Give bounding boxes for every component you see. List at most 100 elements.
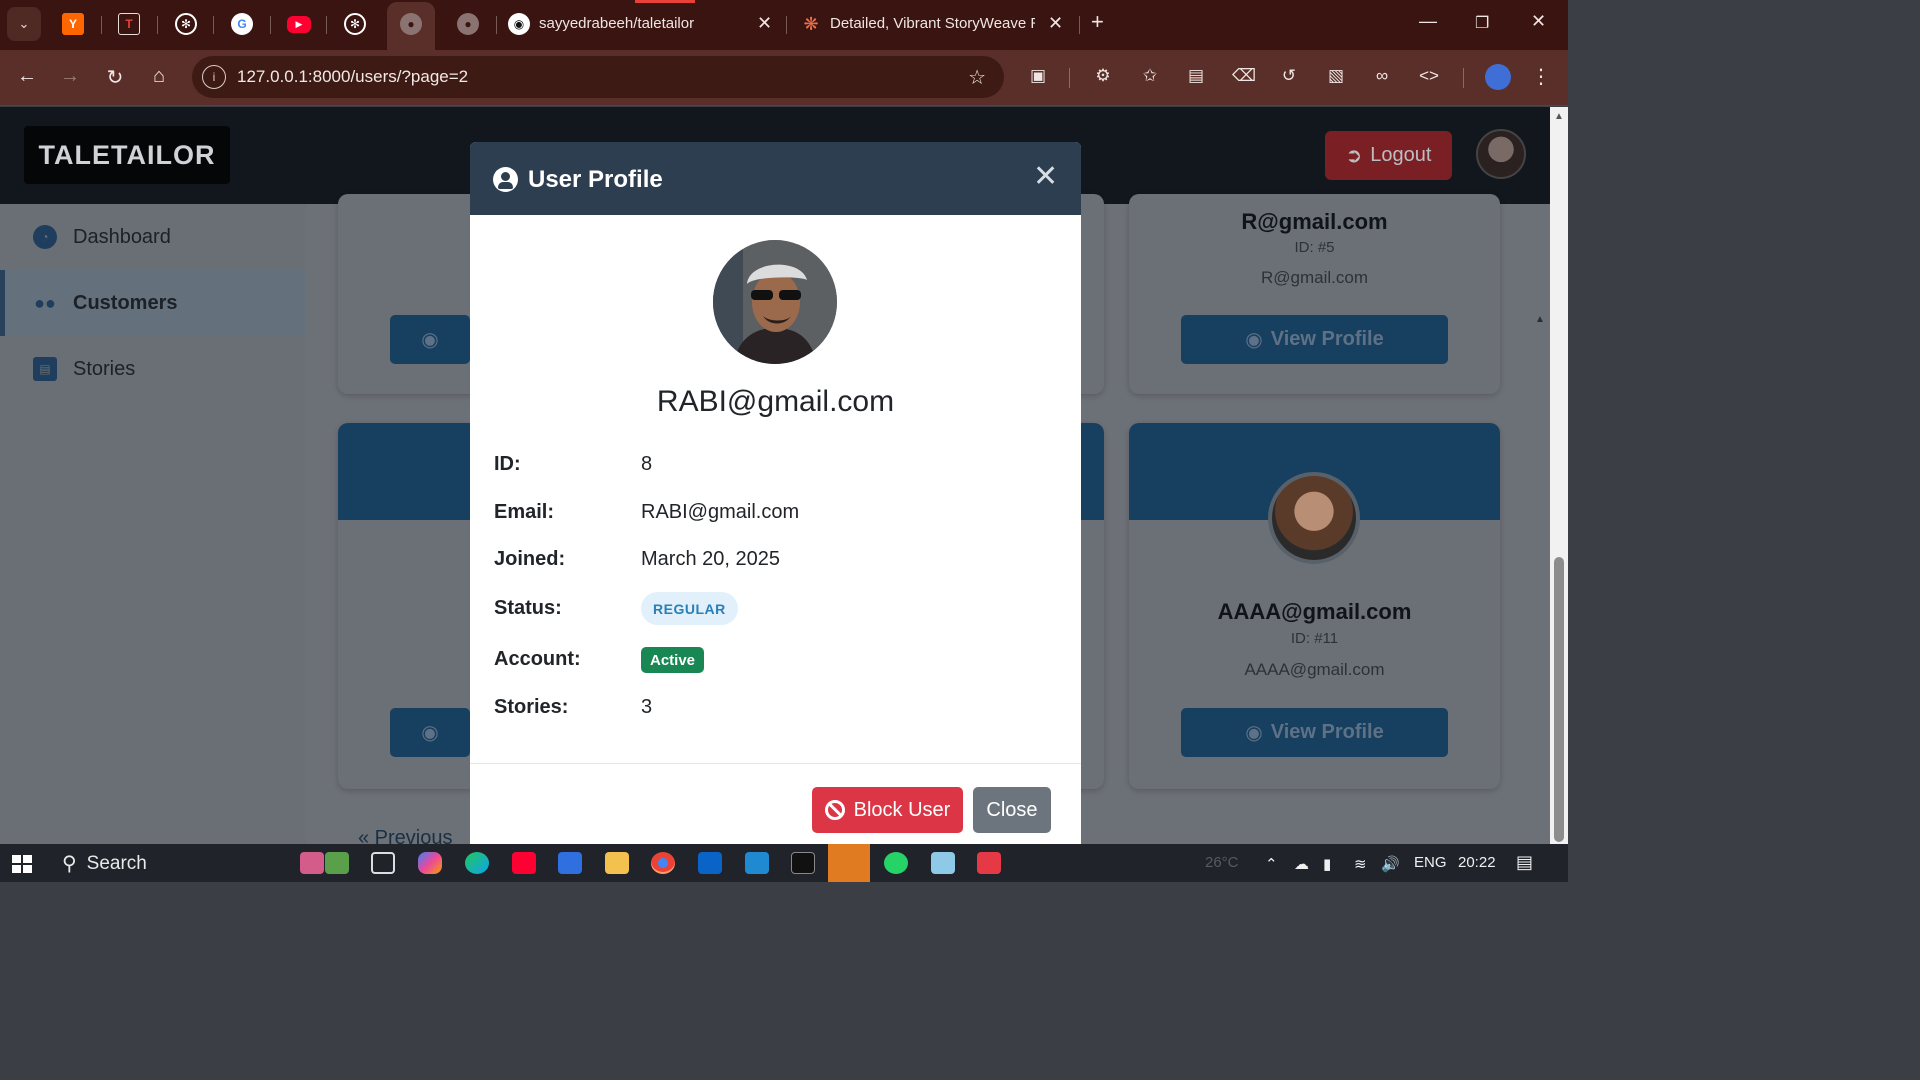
sidebar-item-stories[interactable]: ▤ Stories bbox=[0, 336, 306, 402]
site-info-icon[interactable]: i bbox=[202, 65, 226, 89]
tab-storyweave-label[interactable]: Detailed, Vibrant StoryWeave R bbox=[830, 15, 1035, 32]
whatsapp-icon[interactable] bbox=[884, 852, 908, 874]
block-user-label: Block User bbox=[853, 798, 951, 821]
scroll-up-icon[interactable]: ▲ bbox=[1554, 111, 1564, 122]
chatgpt-tab-icon-2[interactable]: ✻ bbox=[344, 13, 366, 35]
scroll-thumb[interactable] bbox=[1554, 557, 1564, 842]
wifi-icon[interactable]: ≋ bbox=[1354, 855, 1367, 873]
user-card-r: R@gmail.com ID: #5 R@gmail.com ◉ View Pr… bbox=[1129, 194, 1500, 394]
battery-icon[interactable]: ▮ bbox=[1323, 855, 1331, 873]
address-bar[interactable]: i 127.0.0.1:8000/users/?page=2 ☆ bbox=[192, 56, 1004, 98]
youtube-tab-icon[interactable]: ▶ bbox=[287, 16, 311, 33]
close-button[interactable]: Close bbox=[973, 787, 1051, 833]
block-user-button[interactable]: Block User bbox=[812, 787, 963, 833]
url-text[interactable]: 127.0.0.1:8000/users/?page=2 bbox=[237, 67, 468, 87]
view-profile-button-partial[interactable]: ◉ bbox=[390, 315, 470, 364]
edge-icon[interactable] bbox=[465, 852, 489, 874]
favorites-icon[interactable]: ✩ bbox=[1139, 66, 1161, 88]
users-icon: ●● bbox=[34, 292, 56, 313]
user-circle-icon bbox=[493, 167, 518, 192]
tachometer-icon: ◔ bbox=[33, 225, 57, 249]
logout-button[interactable]: ➲ Logout bbox=[1325, 131, 1452, 180]
wps-icon-bg[interactable] bbox=[828, 844, 870, 882]
sidebar: ◔ Dashboard ●● Customers ▤ Stories bbox=[0, 204, 306, 844]
language-indicator[interactable]: ENG bbox=[1414, 854, 1447, 871]
profile-avatar-icon[interactable] bbox=[1485, 64, 1511, 90]
trash-icon[interactable]: ⌫ bbox=[1232, 66, 1256, 88]
snipping-tool-icon[interactable] bbox=[977, 852, 1001, 874]
more-menu-icon[interactable]: ⋮ bbox=[1530, 64, 1552, 88]
admin-avatar[interactable] bbox=[1476, 129, 1526, 179]
translate-icon[interactable]: ▧ bbox=[1325, 66, 1347, 88]
tab-close-icon[interactable]: ✕ bbox=[757, 13, 772, 34]
tab-search-menu-button[interactable]: ⌄ bbox=[7, 7, 41, 41]
status-label: Status: bbox=[494, 597, 562, 619]
terminal-icon[interactable] bbox=[791, 852, 815, 874]
brand-logo[interactable]: TALETAILOR bbox=[24, 126, 230, 184]
tj-tab-icon[interactable]: T bbox=[118, 13, 140, 35]
modal-close-icon[interactable]: ✕ bbox=[1033, 162, 1058, 192]
view-profile-button-partial-2[interactable]: ◉ bbox=[390, 708, 470, 757]
view-profile-button[interactable]: ◉ View Profile bbox=[1181, 708, 1448, 757]
inner-scroll-up-icon[interactable]: ▲ bbox=[1535, 314, 1545, 325]
notepad-icon[interactable] bbox=[931, 852, 955, 874]
eye-icon: ◉ bbox=[421, 329, 439, 351]
sidebar-item-customers[interactable]: ●● Customers bbox=[0, 270, 306, 336]
id-value: 8 bbox=[641, 453, 653, 475]
taskbar-search-label: Search bbox=[86, 852, 147, 874]
stories-value: 3 bbox=[641, 696, 653, 718]
home-icon[interactable]: ⌂ bbox=[147, 65, 171, 88]
weather-temperature[interactable]: 26°C bbox=[1205, 854, 1239, 871]
bookmark-star-icon[interactable]: ☆ bbox=[968, 65, 986, 90]
chevron-up-icon[interactable]: ⌃ bbox=[1265, 855, 1278, 873]
modal-header: User Profile ✕ bbox=[470, 142, 1081, 215]
account-label: Account: bbox=[494, 648, 581, 670]
clock-time[interactable]: 20:22 bbox=[1458, 854, 1496, 871]
reload-icon[interactable]: ↻ bbox=[103, 65, 127, 90]
eye-icon: ◉ bbox=[1245, 722, 1263, 744]
ycombinator-tab-icon[interactable]: Y bbox=[62, 13, 84, 35]
extensions-icon[interactable]: ▣ bbox=[1027, 66, 1049, 88]
task-view-icon[interactable] bbox=[371, 852, 395, 874]
chatgpt-tab-icon[interactable]: ✻ bbox=[175, 13, 197, 35]
profile-email-heading: RABI@gmail.com bbox=[656, 385, 895, 418]
page-scrollbar[interactable]: ▲ bbox=[1550, 107, 1568, 844]
window-close-icon[interactable]: ✕ bbox=[1531, 11, 1546, 32]
code-icon[interactable]: <> bbox=[1418, 66, 1440, 88]
notifications-icon[interactable]: ▤ bbox=[1516, 852, 1533, 873]
forward-icon[interactable]: → bbox=[58, 65, 82, 88]
widget-gift-icon[interactable] bbox=[300, 852, 324, 874]
incognito-icon[interactable]: ⚙ bbox=[1092, 66, 1114, 88]
back-icon[interactable]: ← bbox=[15, 65, 39, 88]
user-avatar bbox=[1268, 472, 1360, 564]
windows-start-icon[interactable] bbox=[12, 855, 32, 873]
file-explorer-icon[interactable] bbox=[605, 852, 629, 874]
youtube-app-icon[interactable] bbox=[512, 852, 536, 874]
link-icon[interactable]: ∞ bbox=[1371, 66, 1393, 88]
logout-icon: ➲ bbox=[1345, 145, 1363, 167]
new-tab-icon[interactable]: + bbox=[1091, 9, 1104, 35]
outlook-icon[interactable] bbox=[698, 852, 722, 874]
chrome-icon[interactable] bbox=[651, 852, 675, 874]
widget-gift-icon-2[interactable] bbox=[325, 852, 349, 874]
store-icon[interactable] bbox=[558, 852, 582, 874]
minimize-icon[interactable]: — bbox=[1419, 11, 1437, 32]
onedrive-icon[interactable]: ☁ bbox=[1294, 855, 1309, 873]
tab-close-icon-2[interactable]: ✕ bbox=[1048, 13, 1063, 34]
history-icon[interactable]: ↺ bbox=[1278, 66, 1300, 88]
stories-label: Stories: bbox=[494, 696, 569, 718]
copilot-icon[interactable] bbox=[418, 852, 442, 874]
google-tab-icon[interactable]: G bbox=[231, 13, 253, 35]
sidebar-item-dashboard[interactable]: ◔ Dashboard bbox=[0, 204, 306, 270]
view-profile-button[interactable]: ◉ View Profile bbox=[1181, 315, 1448, 364]
tab-github-label[interactable]: sayyedrabeeh/taletailor bbox=[539, 15, 739, 32]
browser-toolbar: ← → ↻ ⌂ i 127.0.0.1:8000/users/?page=2 ☆… bbox=[0, 50, 1568, 106]
globe-tab-icon-2[interactable]: ● bbox=[457, 13, 479, 35]
restore-icon[interactable]: ❐ bbox=[1475, 13, 1489, 33]
vscode-icon[interactable] bbox=[745, 852, 769, 874]
globe-tab-icon[interactable]: ● bbox=[400, 13, 422, 35]
reading-list-icon[interactable]: ▤ bbox=[1185, 66, 1207, 88]
claude-icon: ❋ bbox=[803, 13, 819, 34]
volume-icon[interactable]: 🔊 bbox=[1381, 855, 1400, 873]
pagination-previous-link[interactable]: « Previous bbox=[358, 827, 453, 844]
